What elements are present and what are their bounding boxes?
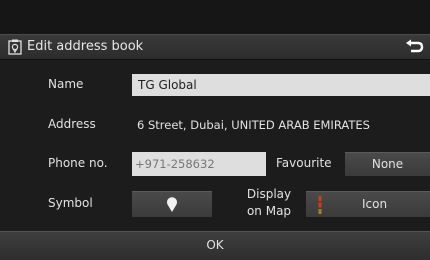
ok-label: OK (206, 238, 224, 252)
address-value[interactable]: 6 Street, Dubai, UNITED ARAB EMIRATES (137, 118, 370, 132)
symbol-button[interactable] (132, 191, 212, 217)
title-bar: Edit address book (0, 34, 430, 60)
back-arrow-icon[interactable] (404, 38, 424, 56)
phone-label: Phone no. (48, 156, 108, 170)
favourite-button[interactable]: None (345, 152, 430, 176)
edit-address-book-screen: Edit address book Name TG Global Address… (0, 0, 430, 260)
name-label: Name (48, 77, 84, 91)
map-pin-icon (167, 197, 177, 212)
display-on-map-button[interactable]: Icon (306, 191, 430, 217)
display-label-line2: on Map (246, 204, 292, 218)
favourite-value: None (371, 157, 404, 171)
address-book-pin-icon (8, 39, 22, 55)
page-title: Edit address book (27, 39, 144, 54)
name-field[interactable]: TG Global (132, 74, 430, 96)
symbol-label: Symbol (48, 196, 93, 210)
top-blank-area (0, 0, 430, 34)
address-label: Address (48, 117, 96, 131)
ok-button[interactable]: OK (0, 231, 430, 260)
display-on-map-label: Display on Map (244, 186, 294, 220)
marker-icon (318, 196, 322, 214)
phone-field[interactable]: +971-258632 (132, 152, 266, 176)
display-label-line1: Display (246, 187, 292, 201)
display-value: Icon (362, 197, 388, 211)
favourite-label: Favourite (276, 156, 332, 170)
